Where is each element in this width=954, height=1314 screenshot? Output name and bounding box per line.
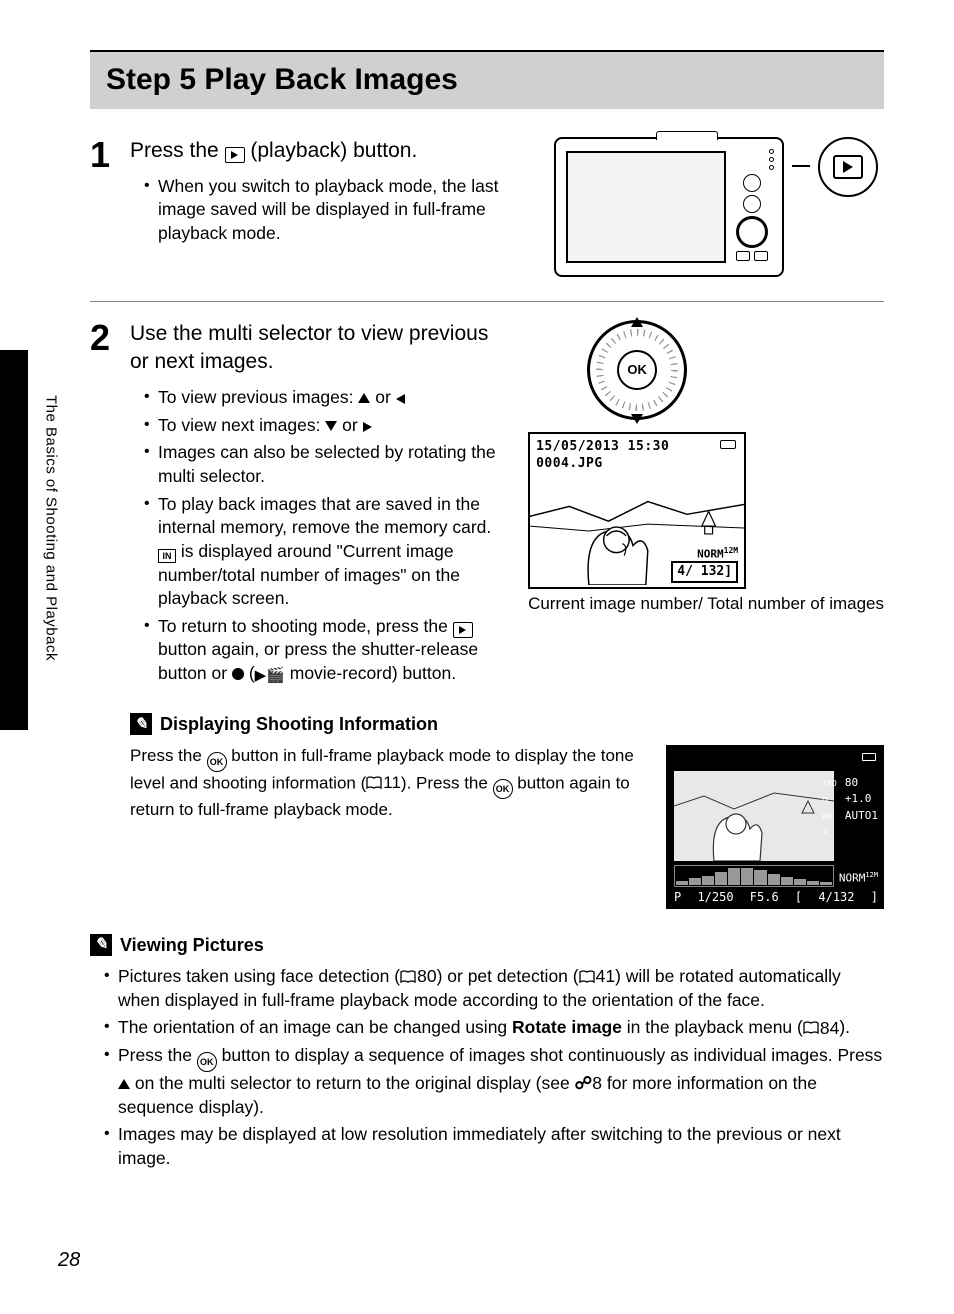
n2b1-pre: Pictures taken using face detection (	[118, 966, 400, 986]
note1-body: Press the OK button in full-frame playba…	[130, 745, 650, 909]
ok-icon: OK	[207, 752, 227, 772]
step-1-title: Press the (playback) button.	[130, 137, 536, 165]
n2b2-ref: 84	[820, 1017, 839, 1041]
step-2-title: Use the multi selector to view previous …	[130, 320, 510, 377]
s2b1-pre: To view previous images:	[158, 387, 358, 407]
info-shutter: 1/250	[697, 889, 733, 905]
step2-figures: OK 15/05/2013 15:30 0004.JPG	[528, 320, 884, 691]
n2b1-mid: ) or pet detection (	[437, 966, 579, 986]
page-ref-icon-4: 84	[803, 1017, 839, 1041]
step1-bullet-1: When you switch to playback mode, the la…	[144, 175, 536, 246]
note-shooting-info-header: ✎ Displaying Shooting Information	[130, 712, 884, 736]
info-mode: P	[674, 889, 681, 905]
n2b2-pre: The orientation of an image can be chang…	[118, 1017, 512, 1037]
note2-body: Pictures taken using face detection ( 80)…	[90, 965, 884, 1171]
playback-preview: 15/05/2013 15:30 0004.JPG	[528, 432, 746, 589]
note-viewing-pictures-header: ✎ Viewing Pictures	[90, 933, 884, 957]
info-ev: +1.0	[845, 792, 872, 805]
ok-icon-3: OK	[197, 1052, 217, 1072]
step2-bullet-1: To view previous images: or	[144, 386, 510, 410]
page-number: 28	[58, 1247, 80, 1274]
step-1: 1 Press the (playback) button. When you …	[90, 137, 884, 277]
n2b2-mid: in the playback menu (	[622, 1017, 803, 1037]
s2b5-post: movie-record) button.	[285, 663, 456, 683]
histogram	[674, 865, 834, 887]
note2-bullet-2: The orientation of an image can be chang…	[104, 1016, 884, 1040]
n1-ref: 11	[383, 772, 401, 795]
info-aperture: F5.6	[750, 889, 779, 905]
playback-button-callout	[818, 137, 878, 197]
n2b3-mid1: button to display a sequence of images s…	[217, 1045, 882, 1065]
page-ref-icon: 11	[366, 772, 401, 795]
s2b5-pre: To return to shooting mode, press the	[158, 616, 453, 636]
record-button-icon	[232, 668, 244, 680]
note2-title: Viewing Pictures	[120, 933, 264, 957]
camera-illustration	[554, 137, 884, 277]
n2b1-ref1: 80	[417, 965, 436, 989]
step1-title-post: (playback) button.	[245, 139, 418, 162]
note2-bullet-1: Pictures taken using face detection ( 80)…	[104, 965, 884, 1012]
info-counter: 4/132	[818, 889, 854, 905]
battery-icon	[720, 440, 736, 449]
info-iso: 80	[845, 776, 858, 789]
shooting-info-panel: ISO 80 ⧉ +1.0 WB AUTO1 ☀ NORM12M P 1/250…	[666, 745, 884, 909]
s2b4-pre: To play back images that are saved in th…	[158, 494, 491, 538]
advanced-ref-icon: ☍	[575, 1073, 593, 1093]
info-wb: AUTO1	[845, 809, 878, 822]
s2b2-pre: To view next images:	[158, 415, 325, 435]
step2-bullet-2: To view next images: or	[144, 414, 510, 438]
n2b3-pre: Press the	[118, 1045, 197, 1065]
info-battery-icon	[862, 753, 876, 761]
step2-bullet-4: To play back images that are saved in th…	[144, 493, 510, 611]
n2b3-mid2: on the multi selector to return to the o…	[130, 1073, 575, 1093]
playback-icon-2	[453, 622, 473, 638]
left-icon	[396, 394, 405, 404]
preview-date: 15/05/2013 15:30	[536, 438, 738, 456]
step2-bullet-3: Images can also be selected by rotating …	[144, 441, 510, 488]
note-icon: ✎	[130, 713, 152, 735]
step2-bullet-5: To return to shooting mode, press the bu…	[144, 615, 510, 687]
down-icon	[325, 421, 337, 431]
n1-pre: Press the	[130, 746, 207, 765]
note-icon-2: ✎	[90, 934, 112, 956]
s2b2-mid: or	[337, 415, 362, 435]
rotate-image-label: Rotate image	[512, 1017, 622, 1037]
note2-bullet-3: Press the OK button to display a sequenc…	[104, 1044, 884, 1119]
sidebar-section-label: The Basics of Shooting and Playback	[40, 395, 60, 661]
step1-title-pre: Press the	[130, 139, 225, 162]
playback-icon	[225, 147, 245, 163]
section-title: Step 5 Play Back Images	[106, 60, 868, 101]
note2-bullet-4: Images may be displayed at low resolutio…	[104, 1123, 884, 1170]
step-2-number: 2	[90, 320, 130, 909]
n2b3-ref: 8	[592, 1073, 602, 1093]
up-icon-2	[118, 1079, 130, 1089]
up-icon	[358, 393, 370, 403]
movie-record-icon: ▶🎬	[255, 667, 285, 684]
n2b1-ref2: 41	[596, 965, 615, 989]
multi-selector-illustration: OK	[528, 320, 746, 420]
internal-memory-icon: IN	[158, 549, 176, 563]
step-2: 2 Use the multi selector to view previou…	[90, 301, 884, 909]
step-1-number: 1	[90, 137, 130, 277]
preview-file: 0004.JPG	[536, 455, 738, 473]
s2b1-mid: or	[370, 387, 395, 407]
n2b2-post: ).	[839, 1017, 850, 1037]
info-norm: NORM12M	[839, 871, 878, 887]
n1-mid2: ). Press the	[401, 773, 493, 792]
side-tab	[0, 350, 28, 730]
page-ref-icon-2: 80	[400, 965, 436, 989]
page-ref-icon-3: 41	[579, 965, 615, 989]
right-icon	[363, 422, 372, 432]
section-header: Step 5 Play Back Images	[90, 50, 884, 109]
ok-icon-2: OK	[493, 779, 513, 799]
preview-counter: 4/ 132]	[671, 561, 738, 583]
preview-caption: Current image number/ Total number of im…	[528, 593, 884, 616]
note1-title: Displaying Shooting Information	[160, 712, 438, 736]
s2b4-post: is displayed around "Current image numbe…	[158, 541, 460, 608]
